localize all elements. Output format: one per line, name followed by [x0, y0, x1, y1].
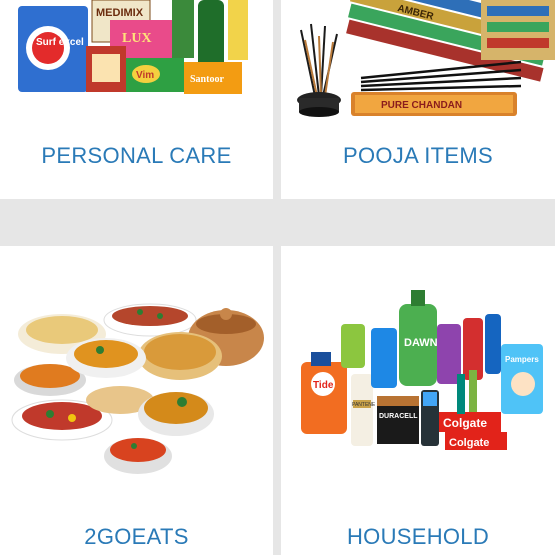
category-card-household[interactable]: Tide PANTENE DAWN Pampers DURACELL Colga…: [281, 246, 555, 555]
product-pantene-text: PANTENE: [352, 402, 376, 408]
personal-care-products-image: Surf excel MEDIMIX LUX Vim Santoor: [18, 0, 248, 94]
indian-food-dishes-image: [11, 303, 264, 474]
product-vim-text: Vim: [136, 70, 154, 81]
category-label-personal-care: PERSONAL CARE: [41, 143, 232, 168]
product-pampers-text: Pampers: [505, 355, 539, 364]
product-pure-chandan-text: PURE CHANDAN: [381, 100, 462, 111]
household-products-image: Tide PANTENE DAWN Pampers DURACELL Colga…: [301, 290, 543, 450]
product-surf-text: Surf excel: [36, 37, 84, 48]
product-lux-text: LUX: [122, 31, 152, 46]
product-duracell-text: DURACELL: [379, 413, 418, 420]
product-santoor-text: Santoor: [190, 74, 224, 85]
category-label-household: HOUSEHOLD: [346, 524, 490, 549]
category-card-2goeats[interactable]: 2GOEATS: [0, 246, 273, 555]
category-label-pooja-items: POOJA ITEMS: [343, 143, 493, 168]
category-label-2goeats: 2GOEATS: [84, 524, 189, 549]
product-colgate-text-1: Colgate: [443, 416, 487, 430]
incense-sticks-image: AMBER PURE CHANDAN: [297, 0, 555, 117]
product-medimix-text: MEDIMIX: [96, 7, 144, 19]
product-colgate-text-2: Colgate: [449, 437, 489, 449]
category-card-personal-care[interactable]: Surf excel MEDIMIX LUX Vim Santoor PERSO…: [0, 0, 273, 199]
product-dawn-text: DAWN: [404, 337, 438, 349]
category-card-pooja-items[interactable]: AMBER PURE CHANDAN POOJA ITEMS: [281, 0, 555, 199]
product-tide-text: Tide: [313, 380, 334, 391]
